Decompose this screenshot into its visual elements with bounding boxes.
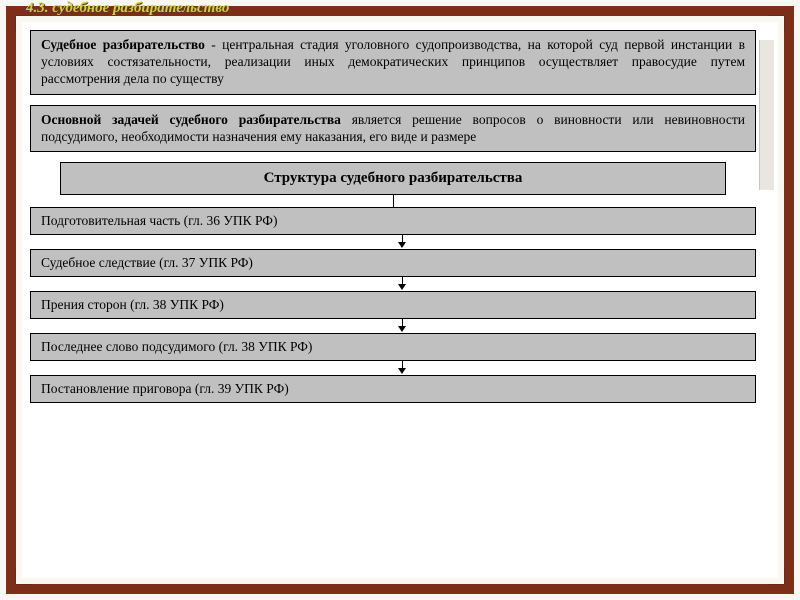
definition-term: Судебное разбирательство	[41, 37, 205, 52]
structure-step-3: Прения сторон (гл. 38 УПК РФ)	[30, 291, 756, 319]
definition-box: Судебное разбирательство - центральная с…	[30, 30, 756, 95]
structure-step-5-label: Постановление приговора (гл. 39 УПК РФ)	[41, 381, 289, 396]
slide-inner-frame: 4.3. судебное разбирательство Судебное р…	[16, 16, 784, 584]
arrow-1	[30, 235, 774, 249]
section-title: 4.3. судебное разбирательство	[22, 0, 233, 17]
structure-step-2: Судебное следствие (гл. 37 УПК РФ)	[30, 249, 756, 277]
connector-branches	[60, 195, 726, 207]
structure-step-1: Подготовительная часть (гл. 36 УПК РФ)	[30, 207, 756, 235]
task-lead: Основной задачей судебного разбирательст…	[41, 112, 341, 127]
task-box: Основной задачей судебного разбирательст…	[30, 105, 756, 153]
arrow-3	[30, 319, 774, 333]
content-area: Судебное разбирательство - центральная с…	[30, 30, 774, 578]
slide-outer-frame: 4.3. судебное разбирательство Судебное р…	[0, 0, 800, 600]
arrow-4	[30, 361, 774, 375]
structure-step-5: Постановление приговора (гл. 39 УПК РФ)	[30, 375, 756, 403]
scrollbar-stub	[759, 40, 774, 190]
structure-step-4-label: Последнее слово подсудимого (гл. 38 УПК …	[41, 339, 312, 354]
structure-title: Структура судебного разбирательства	[264, 170, 523, 186]
structure-title-box: Структура судебного разбирательства	[60, 162, 726, 195]
structure-step-3-label: Прения сторон (гл. 38 УПК РФ)	[41, 297, 224, 312]
structure-step-4: Последнее слово подсудимого (гл. 38 УПК …	[30, 333, 756, 361]
structure-step-1-label: Подготовительная часть (гл. 36 УПК РФ)	[41, 213, 277, 228]
structure-step-2-label: Судебное следствие (гл. 37 УПК РФ)	[41, 255, 253, 270]
arrow-2	[30, 277, 774, 291]
slide-mid-frame: 4.3. судебное разбирательство Судебное р…	[6, 6, 794, 594]
